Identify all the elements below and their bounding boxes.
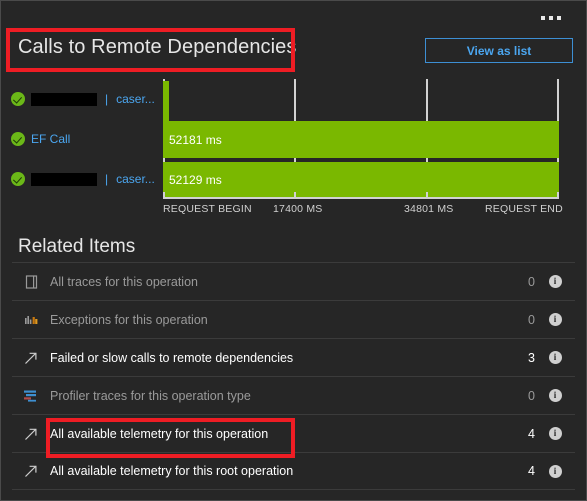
- axis-label-34801ms: 34801 MS: [404, 203, 454, 215]
- related-item-count: 0: [528, 312, 535, 327]
- label-separator-0: |: [105, 92, 109, 106]
- ellipsis-dot-1: [541, 16, 545, 20]
- related-items-heading: Related Items: [18, 236, 136, 257]
- gantt-row-link-1[interactable]: EF Call: [31, 132, 70, 146]
- related-item-label: All traces for this operation: [50, 274, 198, 289]
- related-items-list: All traces for this operation 0 i Except…: [12, 262, 575, 490]
- info-icon: i: [548, 427, 562, 440]
- related-item-label: All available telemetry for this root op…: [50, 464, 294, 478]
- profiler-traces-icon: [12, 389, 50, 403]
- related-item-count: 3: [528, 350, 535, 365]
- related-item-exceptions[interactable]: Exceptions for this operation 0 i: [12, 300, 575, 338]
- related-item-count: 0: [528, 274, 535, 289]
- more-options-button[interactable]: [534, 9, 568, 27]
- related-item-all-telemetry-root-operation[interactable]: All available telemetry for this root op…: [12, 452, 575, 490]
- gantt-bar-2[interactable]: 52129 ms: [163, 162, 559, 197]
- related-item-profiler-traces[interactable]: Profiler traces for this operation type …: [12, 376, 575, 414]
- info-button[interactable]: i: [535, 313, 575, 326]
- related-item-failed-or-slow-calls[interactable]: Failed or slow calls to remote dependenc…: [12, 338, 575, 376]
- dependency-gantt-chart: | caser... EF Call | caser... 52181 ms 5…: [1, 79, 586, 224]
- redacted-name-2: [31, 172, 97, 186]
- gantt-bar-1[interactable]: 52181 ms: [163, 121, 559, 158]
- gantt-bar-0[interactable]: [163, 81, 169, 121]
- info-icon: i: [548, 275, 562, 288]
- label-separator-2: |: [105, 172, 109, 186]
- gantt-row-label-2[interactable]: | caser...: [11, 169, 155, 189]
- axis-label-request-end: REQUEST END: [485, 203, 563, 215]
- exceptions-bar-chart-icon: [12, 313, 50, 326]
- axis-tick-0: [163, 192, 165, 199]
- axis-tick-3: [557, 192, 559, 199]
- gantt-axis-labels: REQUEST BEGIN 17400 MS 34801 MS REQUEST …: [163, 203, 563, 219]
- related-item-count: 4: [528, 464, 535, 478]
- related-item-label: All available telemetry for this operati…: [50, 426, 269, 441]
- arrow-up-right-icon: [12, 427, 50, 441]
- page-title: Calls to Remote Dependencies: [18, 36, 297, 58]
- gantt-row-link-0[interactable]: caser...: [116, 92, 155, 106]
- info-button[interactable]: i: [535, 427, 575, 440]
- axis-label-request-begin: REQUEST BEGIN: [163, 203, 252, 215]
- gantt-plot-area: 52181 ms 52129 ms REQUEST BEGIN 17400 MS…: [163, 79, 563, 224]
- gantt-row-label-1[interactable]: EF Call: [11, 129, 70, 149]
- info-button[interactable]: i: [535, 275, 575, 288]
- related-item-all-telemetry-operation[interactable]: All available telemetry for this operati…: [12, 414, 575, 452]
- ellipsis-dot-3: [557, 16, 561, 20]
- arrow-up-right-icon: [12, 464, 50, 478]
- related-item-count: 0: [528, 388, 535, 403]
- info-icon: i: [548, 389, 562, 402]
- redacted-name-0: [31, 92, 97, 106]
- check-circle-icon: [11, 172, 25, 186]
- view-as-list-label: View as list: [466, 43, 532, 58]
- related-item-count: 4: [528, 426, 535, 441]
- arrow-up-right-icon: [12, 351, 50, 365]
- trace-document-icon: [12, 274, 50, 289]
- app-panel: Calls to Remote Dependencies View as lis…: [0, 0, 587, 501]
- related-item-label: Profiler traces for this operation type: [50, 388, 251, 403]
- info-icon: i: [548, 313, 562, 326]
- related-item-label: Exceptions for this operation: [50, 312, 208, 327]
- check-circle-icon: [11, 92, 25, 106]
- gantt-bar-label-2: 52129 ms: [169, 172, 222, 187]
- ellipsis-dot-2: [549, 16, 553, 20]
- check-circle-icon: [11, 132, 25, 146]
- axis-tick-2: [426, 192, 428, 199]
- related-item-all-traces[interactable]: All traces for this operation 0 i: [12, 262, 575, 300]
- gantt-row-link-2[interactable]: caser...: [116, 172, 155, 186]
- info-button[interactable]: i: [535, 351, 575, 364]
- related-item-label: Failed or slow calls to remote dependenc…: [50, 350, 294, 365]
- axis-label-17400ms: 17400 MS: [273, 203, 323, 215]
- info-icon: i: [548, 351, 562, 364]
- gantt-axis-line: [163, 197, 559, 199]
- info-button[interactable]: i: [535, 389, 575, 402]
- view-as-list-button[interactable]: View as list: [425, 38, 573, 63]
- info-icon: i: [548, 464, 562, 478]
- gantt-bar-label-1: 52181 ms: [169, 132, 222, 147]
- axis-tick-1: [294, 192, 296, 199]
- gantt-row-label-0[interactable]: | caser...: [11, 89, 155, 109]
- gantt-row-labels: | caser... EF Call | caser...: [1, 79, 161, 199]
- info-button[interactable]: i: [535, 464, 575, 478]
